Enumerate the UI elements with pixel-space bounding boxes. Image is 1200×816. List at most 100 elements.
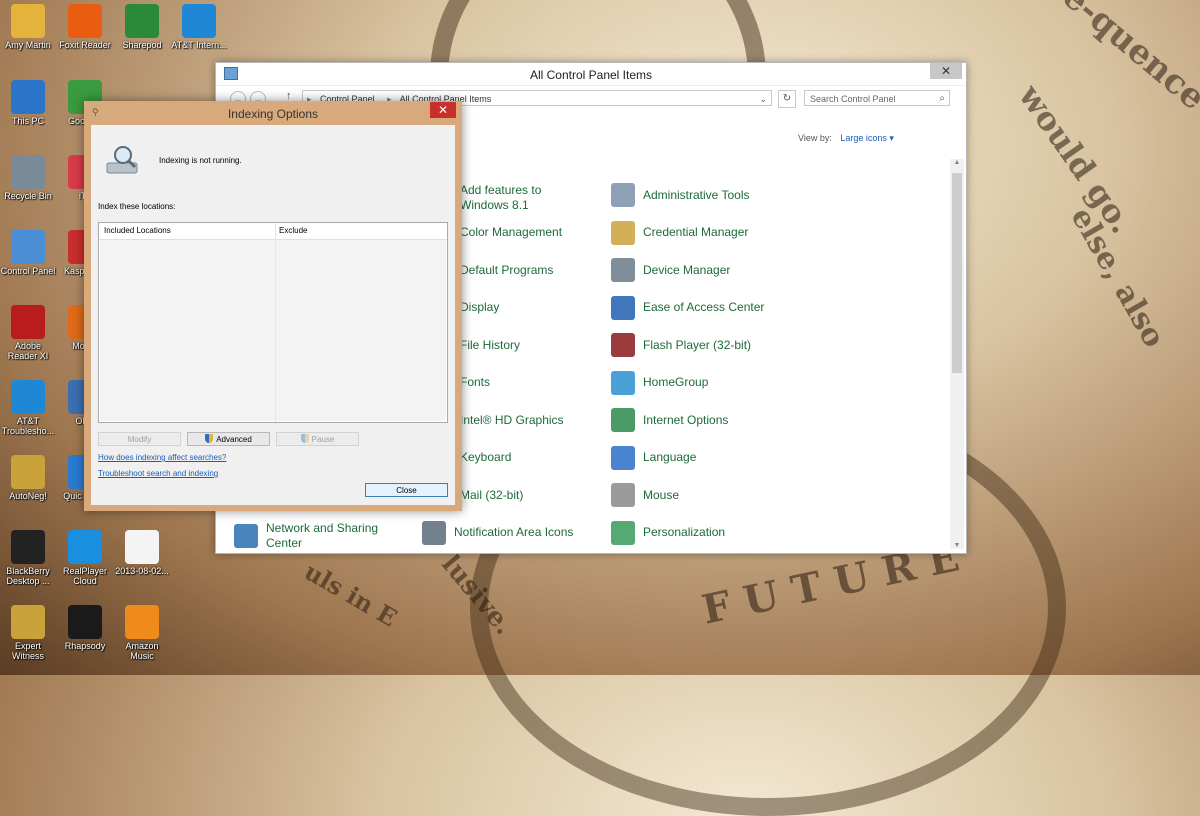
- control-panel-item-label: Administrative Tools: [643, 187, 750, 202]
- table-header: Included Locations Exclude: [99, 223, 447, 240]
- troubleshoot-link[interactable]: Troubleshoot search and indexing: [98, 469, 218, 478]
- mouse-icon: [611, 483, 635, 507]
- control-panel-item[interactable]: Network and Sharing Center: [234, 521, 384, 551]
- search-placeholder: Search Control Panel: [810, 94, 896, 104]
- refresh-icon[interactable]: ↻: [778, 90, 796, 108]
- network-sharing-icon: [234, 523, 258, 548]
- indexing-status-icon: [106, 146, 138, 174]
- close-icon[interactable]: ✕: [430, 102, 456, 118]
- column-included-locations[interactable]: Included Locations: [104, 223, 171, 239]
- desktop-icon[interactable]: AT&T Intern...: [171, 4, 227, 50]
- desktop-icon[interactable]: Adobe Reader XI: [0, 305, 56, 361]
- control-panel-item[interactable]: Ease of Access Center: [611, 295, 764, 320]
- credential-manager-icon: [611, 220, 635, 245]
- control-panel-item[interactable]: Administrative Tools: [611, 183, 750, 207]
- indexing-dialog-title: Indexing Options: [227, 107, 319, 121]
- desktop-icon-label: Foxit Reader: [59, 40, 111, 50]
- scrollbar-thumb[interactable]: [952, 173, 962, 373]
- control-panel-item-label: Internet Options: [643, 412, 729, 427]
- advanced-button[interactable]: Advanced: [187, 432, 270, 446]
- desktop-icon[interactable]: Recycle Bin: [0, 155, 56, 201]
- close-icon[interactable]: ✕: [930, 63, 962, 79]
- control-panel-item[interactable]: Personalization: [611, 520, 726, 545]
- control-panel-icon: [11, 230, 45, 264]
- desktop-icon[interactable]: Control Panel: [0, 230, 56, 276]
- desktop-icon-label: AutoNeg!: [9, 491, 47, 501]
- control-panel-item[interactable]: Notification Area Icons: [422, 520, 574, 545]
- control-panel-item[interactable]: Device Manager: [611, 258, 730, 282]
- indexing-options-dialog[interactable]: ⚲ Indexing Options ✕ Indexing is not run…: [84, 101, 462, 511]
- desktop-icon[interactable]: Expert Witness: [0, 605, 56, 661]
- index-locations-label: Index these locations:: [98, 202, 176, 211]
- ease-of-access-icon: [611, 295, 635, 320]
- view-by-control: View by: Large icons ▾: [798, 133, 894, 144]
- control-panel-item-label: Credential Manager: [643, 225, 749, 239]
- desktop-icon-label: AT&T Troublesho...: [1, 416, 55, 436]
- scroll-down-icon[interactable]: ▼: [950, 542, 964, 549]
- desktop-icon-label: AT&T Intern...: [171, 40, 227, 50]
- control-panel-item-label: Mail (32-bit): [460, 487, 524, 502]
- rhapsody-icon: [68, 605, 102, 639]
- desktop-icon-label: Adobe Reader XI: [7, 341, 49, 361]
- control-panel-item[interactable]: Mouse: [611, 483, 679, 507]
- indexing-status-text: Indexing is not running.: [159, 156, 242, 165]
- scroll-up-icon[interactable]: ▲: [950, 159, 964, 166]
- computer-icon: [11, 80, 45, 114]
- pause-button[interactable]: Pause: [276, 432, 359, 446]
- control-panel-item[interactable]: Flash Player (32-bit): [611, 333, 751, 357]
- administrative-tools-icon: [611, 183, 635, 207]
- desktop-icon[interactable]: 2013-08-02...: [114, 530, 170, 576]
- control-panel-item-label: Display: [460, 300, 500, 314]
- wallpaper-text: else, also: [1063, 201, 1172, 354]
- view-by-label: View by:: [798, 133, 832, 143]
- control-panel-item[interactable]: Internet Options: [611, 408, 728, 432]
- desktop-icon[interactable]: AutoNeg!: [0, 455, 56, 501]
- desktop-icon[interactable]: AT&T Troublesho...: [0, 380, 56, 436]
- control-panel-item-label: Network and Sharing Center: [266, 520, 379, 550]
- desktop-icon[interactable]: Foxit Reader: [57, 4, 113, 50]
- device-manager-icon: [611, 258, 635, 282]
- uac-shield-icon: [205, 434, 214, 443]
- view-by-dropdown[interactable]: Large icons ▾: [840, 133, 894, 143]
- control-panel-item[interactable]: Language: [611, 445, 697, 470]
- control-panel-item-label: Personalization: [643, 525, 726, 539]
- desktop-icon[interactable]: Amazon Music: [114, 605, 170, 661]
- scales-icon: [11, 455, 45, 489]
- modify-button[interactable]: Modify: [98, 432, 181, 446]
- sharepod-icon: [125, 4, 159, 38]
- control-panel-item[interactable]: HomeGroup: [611, 370, 708, 395]
- control-panel-item-label: Keyboard: [460, 450, 512, 464]
- index-locations-table[interactable]: Included Locations Exclude: [98, 222, 448, 423]
- search-input[interactable]: Search Control Panel ⌕: [804, 90, 950, 106]
- chevron-down-icon: ▾: [889, 133, 894, 143]
- desktop-icon[interactable]: RealPlayer Cloud: [57, 530, 113, 586]
- close-button[interactable]: Close: [365, 483, 448, 497]
- desktop-icon[interactable]: Sharepod: [114, 4, 170, 50]
- homegroup-icon: [611, 370, 635, 395]
- control-panel-item-label: Mouse: [643, 487, 680, 502]
- desktop-icon[interactable]: Rhapsody: [57, 605, 113, 651]
- control-panel-item-label: Notification Area Icons: [454, 525, 574, 539]
- chevron-down-icon[interactable]: ⌄: [759, 91, 767, 107]
- language-icon: [611, 445, 635, 470]
- desktop-icon-label: Expert Witness: [11, 641, 44, 661]
- desktop-icon[interactable]: Amy Martin: [0, 4, 56, 50]
- flash-player-icon: [611, 333, 635, 357]
- desktop-icon-label: Amy Martin: [5, 40, 51, 50]
- column-exclude[interactable]: Exclude: [279, 223, 307, 239]
- control-panel-item-label: Add features to Windows 8.1: [460, 183, 542, 212]
- vertical-scrollbar[interactable]: ▲ ▼: [950, 159, 964, 549]
- pdf-icon: [68, 4, 102, 38]
- desktop-icon-label: Control Panel: [0, 266, 56, 276]
- control-panel-item-label: Language: [643, 450, 697, 464]
- search-icon[interactable]: ⌕: [939, 91, 945, 107]
- desktop-icon-label: Recycle Bin: [4, 191, 52, 201]
- desktop-icon-label: This PC: [11, 116, 44, 126]
- table-body: [100, 240, 446, 421]
- desktop-icon[interactable]: This PC: [0, 80, 56, 126]
- control-panel-item[interactable]: Credential Manager: [611, 220, 749, 245]
- indexing-help-link[interactable]: How does indexing affect searches?: [98, 453, 226, 462]
- control-panel-titlebar[interactable]: All Control Panel Items ✕: [216, 63, 966, 86]
- control-panel-item-label: Default Programs: [460, 262, 554, 277]
- desktop-icon[interactable]: BlackBerry Desktop ...: [0, 530, 56, 586]
